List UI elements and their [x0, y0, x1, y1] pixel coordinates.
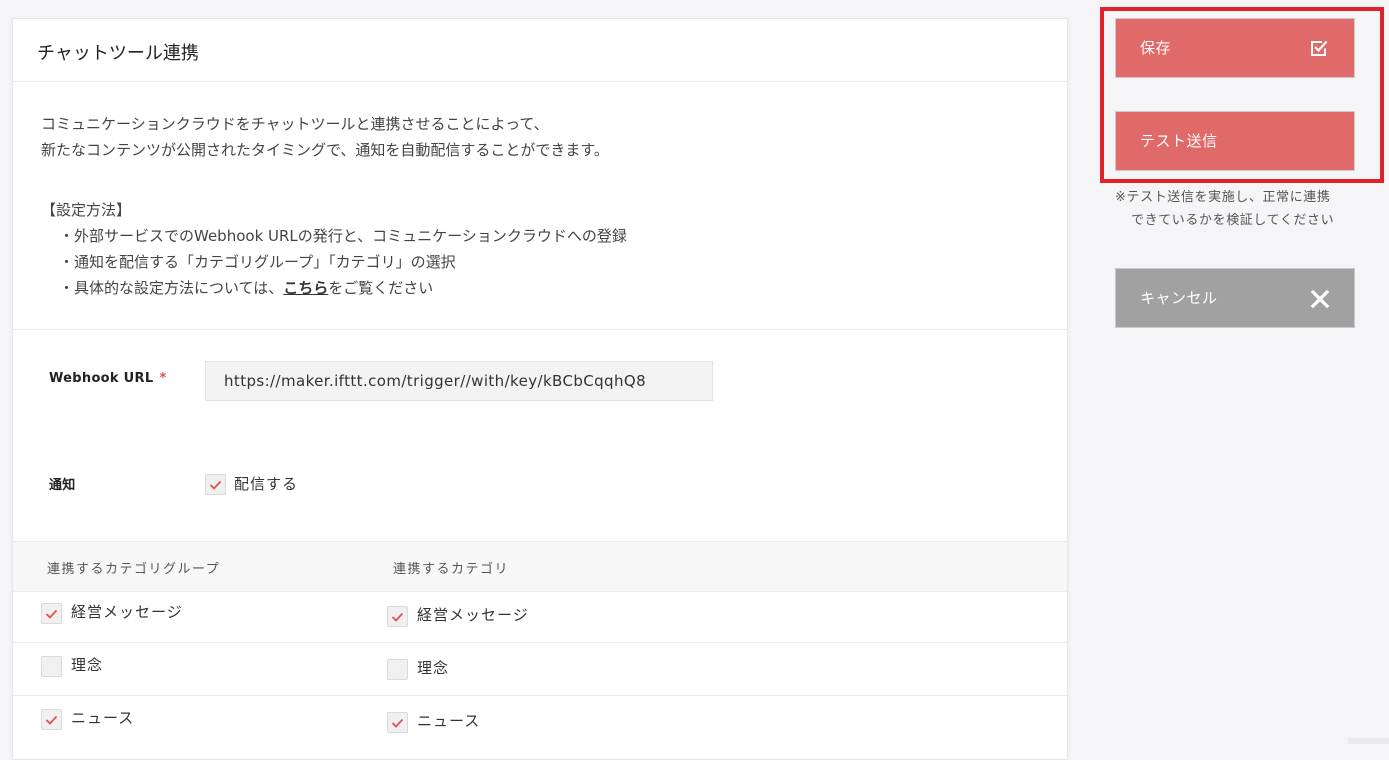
category-checkbox-keiei[interactable] [387, 606, 408, 627]
setup-guide-link[interactable]: こちら [283, 279, 328, 297]
description-line-1: コミュニケーションクラウドをチャットツールと連携させることによって、 [41, 115, 549, 133]
category-table-header: 連携するカテゴリグループ 連携するカテゴリ [13, 541, 1067, 592]
test-send-note: ※テスト送信を実施し、正常に連携 できているかを検証してください [1115, 186, 1334, 232]
column-header-category-group: 連携するカテゴリグループ [47, 562, 221, 577]
checkmark-icon [391, 612, 404, 622]
description-line-2: 新たなコンテンツが公開されたタイミングで、通知を自動配信することができます。 [41, 141, 609, 159]
category-label-keiei: 経営メッセージ [417, 606, 529, 624]
webhook-url-label: Webhook URL * [49, 371, 167, 386]
close-icon [1310, 289, 1330, 309]
setup-instructions: 【設定方法】 ・外部サービスでのWebhook URLの発行と、コミュニケーショ… [41, 197, 627, 301]
cancel-button[interactable]: キャンセル [1115, 268, 1355, 328]
setup-item-3: ・具体的な設定方法については、こちらをご覧ください [41, 275, 627, 301]
setup-item-2: ・通知を配信する「カテゴリグループ」「カテゴリ」の選択 [59, 253, 456, 271]
description: コミュニケーションクラウドをチャットツールと連携させることによって、 新たなコン… [41, 111, 609, 163]
setup-heading: 【設定方法】 [41, 201, 132, 219]
setup-item-3-suffix: をご覧ください [328, 279, 434, 297]
highlight-box [1100, 7, 1384, 183]
checkmark-icon [45, 715, 58, 725]
category-checkbox-rinen[interactable] [387, 659, 408, 680]
notify-checkbox[interactable] [205, 474, 226, 495]
setup-item-3-prefix: ・具体的な設定方法については、 [59, 279, 284, 297]
setup-item-1: ・外部サービスでのWebhook URLの発行と、コミュニケーションクラウドへの… [59, 227, 627, 245]
test-send-note-line-2: できているかを検証してください [1131, 213, 1335, 228]
title-divider [13, 81, 1067, 82]
cancel-button-label: キャンセル [1140, 289, 1218, 307]
group-checkbox-news[interactable] [41, 709, 62, 730]
group-label-rinen: 理念 [71, 656, 104, 674]
category-label-rinen: 理念 [417, 659, 450, 677]
group-checkbox-rinen[interactable] [41, 656, 62, 677]
chat-tool-integration-card: チャットツール連携 コミュニケーションクラウドをチャットツールと連携させることに… [12, 18, 1068, 760]
group-checkbox-keiei[interactable] [41, 603, 62, 624]
required-mark: * [159, 371, 167, 386]
group-label-keiei: 経営メッセージ [71, 603, 183, 621]
webhook-url-input[interactable] [205, 361, 713, 401]
instructions-divider [13, 329, 1067, 330]
checkmark-icon [391, 718, 404, 728]
row-divider [13, 695, 1067, 696]
category-label-news: ニュース [417, 712, 481, 730]
group-label-news: ニュース [71, 709, 135, 727]
scrollbar-corner [1348, 738, 1389, 744]
webhook-url-label-text: Webhook URL [49, 371, 154, 386]
column-header-category: 連携するカテゴリ [393, 562, 510, 577]
page-title: チャットツール連携 [37, 43, 199, 64]
notify-label: 通知 [49, 478, 76, 493]
row-divider [13, 642, 1067, 643]
notify-checkbox-label: 配信する [234, 475, 299, 493]
checkmark-icon [45, 609, 58, 619]
test-send-note-line-1: ※テスト送信を実施し、正常に連携 [1115, 190, 1331, 205]
checkmark-icon [209, 480, 222, 490]
category-checkbox-news[interactable] [387, 712, 408, 733]
